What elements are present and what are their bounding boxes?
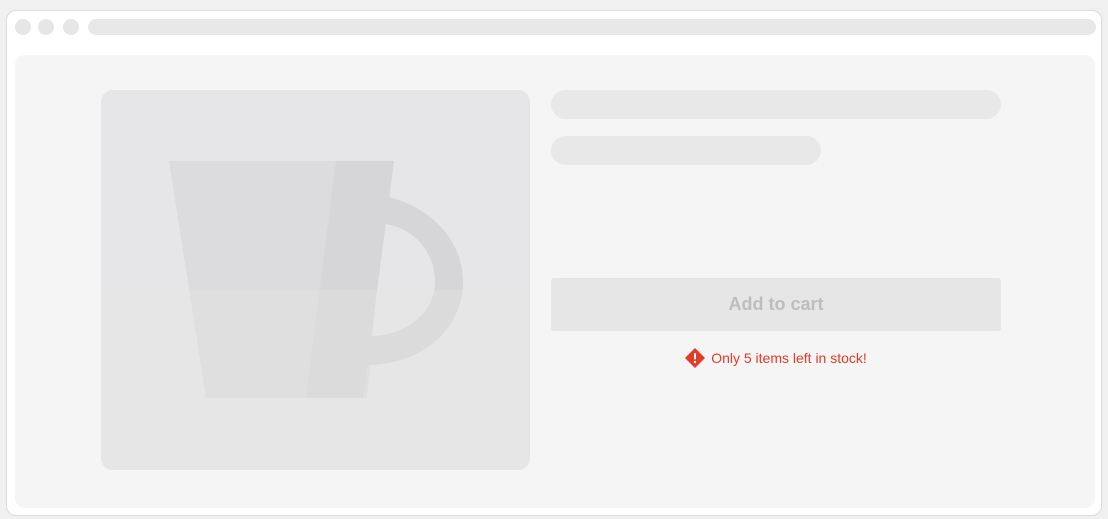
window-titlebar bbox=[7, 11, 1101, 45]
product-image bbox=[101, 90, 530, 470]
window-close-dot[interactable] bbox=[15, 19, 31, 35]
address-bar-placeholder bbox=[88, 19, 1096, 35]
stock-warning-text: Only 5 items left in stock! bbox=[711, 350, 867, 366]
coffee-mug-icon bbox=[101, 161, 530, 470]
product-subtitle-skeleton bbox=[551, 136, 821, 165]
add-to-cart-button[interactable]: Add to cart bbox=[551, 278, 1001, 331]
browser-window: Add to cart Only 5 items left in stock! bbox=[6, 10, 1102, 516]
stock-warning: Only 5 items left in stock! bbox=[551, 347, 1001, 369]
window-minimize-dot[interactable] bbox=[38, 19, 54, 35]
window-maximize-dot[interactable] bbox=[63, 19, 79, 35]
product-title-skeleton bbox=[551, 90, 1001, 119]
product-page: Add to cart Only 5 items left in stock! bbox=[15, 55, 1095, 508]
warning-diamond-icon bbox=[685, 348, 705, 368]
